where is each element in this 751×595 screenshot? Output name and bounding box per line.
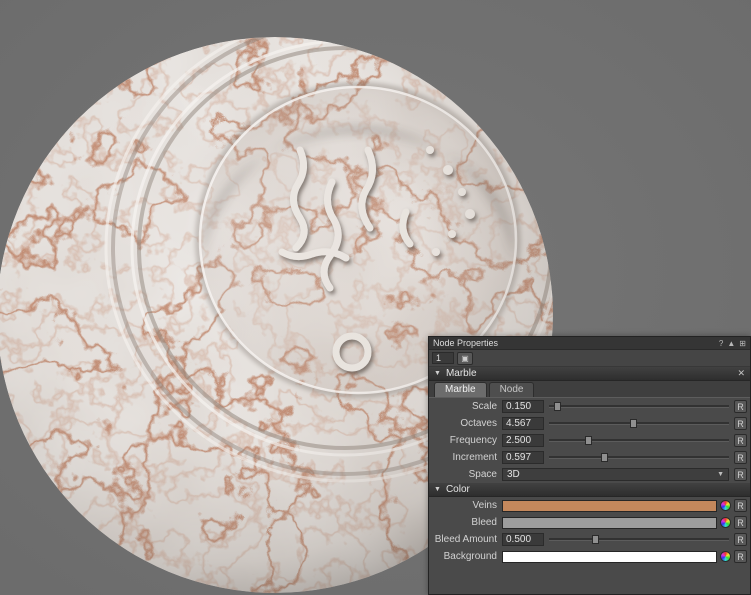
bleed-color-swatch[interactable] [502, 517, 717, 529]
node-properties-panel: Node Properties ? ▲ ⊞ 1 ▣ ▼ Marble ✕ Mar… [428, 336, 751, 595]
increment-slider[interactable] [549, 451, 729, 464]
reset-button[interactable]: R [734, 434, 747, 447]
bleed-amount-label: Bleed Amount [432, 534, 502, 545]
reset-button[interactable]: R [734, 400, 747, 413]
veins-label: Veins [432, 500, 502, 511]
form-icon[interactable]: ⊞ [739, 339, 746, 348]
scale-slider[interactable] [549, 400, 729, 413]
octaves-slider[interactable] [549, 417, 729, 430]
background-color-swatch[interactable] [502, 551, 717, 563]
row-bleed: Bleed R [429, 514, 750, 531]
panel-toolbar: 1 ▣ [429, 350, 750, 367]
section-title: Marble [446, 368, 477, 379]
space-value: 3D [507, 469, 520, 480]
reset-button[interactable]: R [734, 417, 747, 430]
color-picker-icon[interactable] [720, 551, 731, 562]
space-dropdown[interactable]: 3D ▼ [502, 468, 729, 481]
reset-button[interactable]: R [734, 550, 747, 563]
marble-section-header[interactable]: ▼ Marble ✕ [429, 367, 750, 381]
slider-track[interactable] [549, 405, 729, 408]
row-veins: Veins R [429, 497, 750, 514]
veins-color-swatch[interactable] [502, 500, 717, 512]
bleed-amount-value-field[interactable]: 0.500 [502, 533, 544, 546]
row-scale: Scale 0.150 R [429, 398, 750, 415]
help-icon[interactable]: ? [719, 339, 723, 348]
reset-button[interactable]: R [734, 533, 747, 546]
slider-handle[interactable] [554, 402, 561, 411]
increment-label: Increment [432, 452, 502, 463]
row-frequency: Frequency 2.500 R [429, 432, 750, 449]
bleed-amount-slider[interactable] [549, 533, 729, 546]
scale-label: Scale [432, 401, 502, 412]
index-field[interactable]: 1 [432, 352, 454, 364]
color-picker-icon[interactable] [720, 500, 731, 511]
panel-titlebar[interactable]: Node Properties ? ▲ ⊞ [429, 337, 750, 350]
slider-track[interactable] [549, 538, 729, 541]
panel-empty-area [429, 565, 750, 594]
list-button[interactable]: ▣ [457, 352, 473, 365]
frequency-label: Frequency [432, 435, 502, 446]
space-label: Space [432, 469, 502, 480]
titlebar-icons: ? ▲ ⊞ [719, 339, 746, 348]
octaves-label: Octaves [432, 418, 502, 429]
scale-value-field[interactable]: 0.150 [502, 400, 544, 413]
frequency-slider[interactable] [549, 434, 729, 447]
slider-handle[interactable] [585, 436, 592, 445]
increment-value-field[interactable]: 0.597 [502, 451, 544, 464]
tab-marble[interactable]: Marble [434, 382, 487, 397]
slider-track[interactable] [549, 439, 729, 442]
octaves-value-field[interactable]: 4.567 [502, 417, 544, 430]
tab-node[interactable]: Node [489, 382, 535, 397]
reset-button[interactable]: R [734, 451, 747, 464]
chevron-down-icon: ▼ [717, 471, 724, 478]
reset-button[interactable]: R [734, 499, 747, 512]
slider-track[interactable] [549, 422, 729, 425]
close-icon[interactable]: ✕ [737, 368, 745, 379]
row-octaves: Octaves 4.567 R [429, 415, 750, 432]
reset-button[interactable]: R [734, 516, 747, 529]
color-picker-icon[interactable] [720, 517, 731, 528]
chevron-down-icon[interactable]: ▼ [434, 486, 441, 493]
row-increment: Increment 0.597 R [429, 449, 750, 466]
panel-title: Node Properties [433, 338, 498, 348]
slider-handle[interactable] [592, 535, 599, 544]
slider-track[interactable] [549, 456, 729, 459]
row-bleed-amount: Bleed Amount 0.500 R [429, 531, 750, 548]
reset-button[interactable]: R [734, 468, 747, 481]
chevron-down-icon[interactable]: ▼ [434, 370, 441, 377]
slider-handle[interactable] [601, 453, 608, 462]
frequency-value-field[interactable]: 2.500 [502, 434, 544, 447]
color-section-header[interactable]: ▼ Color [429, 483, 750, 497]
tab-bar: Marble Node [429, 381, 750, 398]
row-background: Background R [429, 548, 750, 565]
slider-handle[interactable] [630, 419, 637, 428]
section-title: Color [446, 484, 470, 495]
bleed-label: Bleed [432, 517, 502, 528]
background-label: Background [432, 551, 502, 562]
row-space: Space 3D ▼ R [429, 466, 750, 483]
pin-icon[interactable]: ▲ [727, 339, 735, 348]
